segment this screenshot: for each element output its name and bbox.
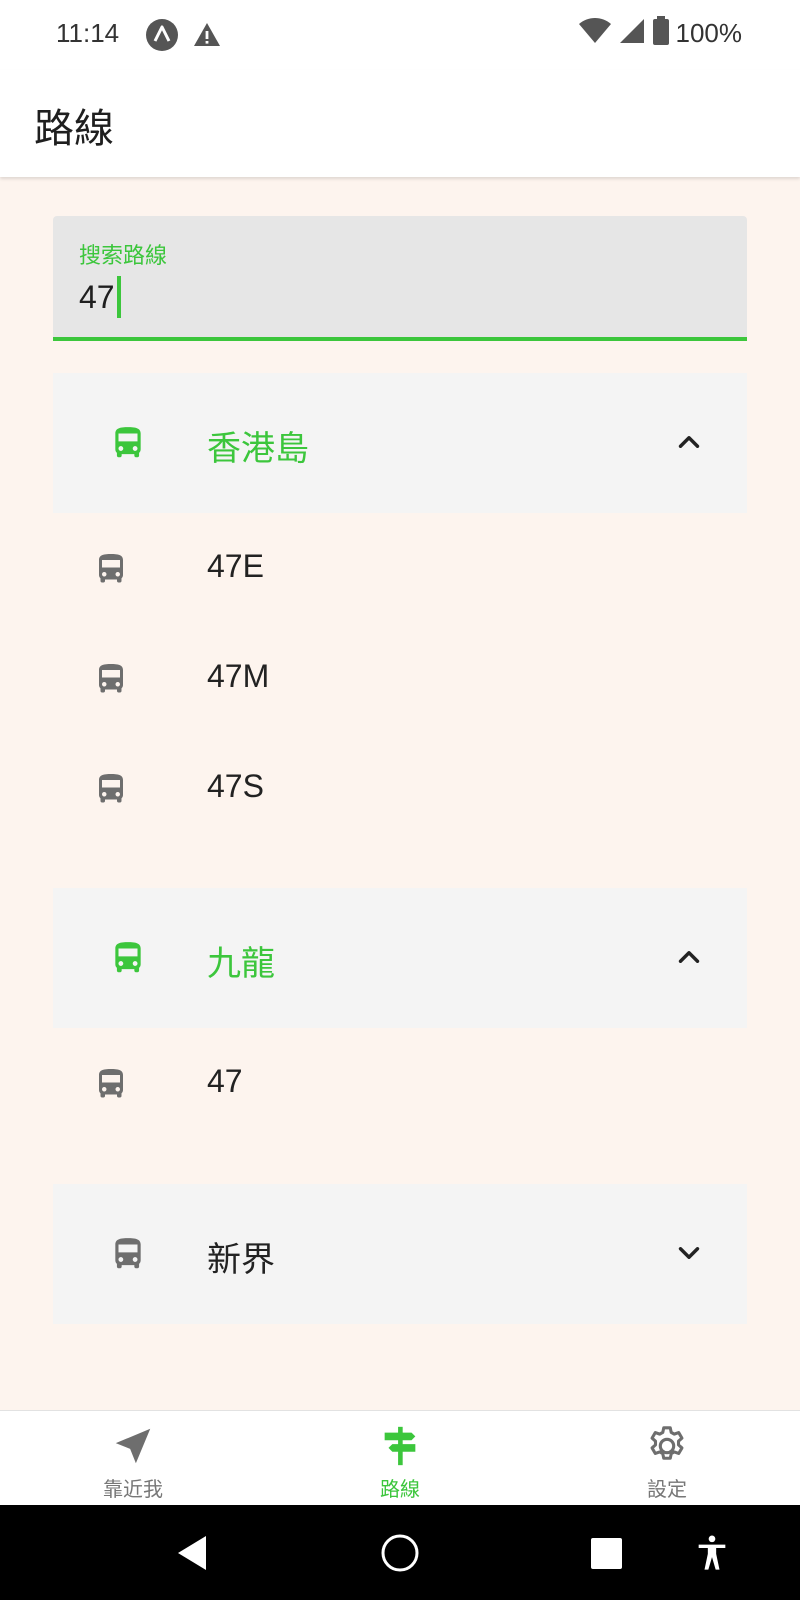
warning-icon (192, 20, 222, 50)
search-label: 搜索路線 (79, 244, 168, 269)
group-label: 香港島 (207, 429, 309, 469)
near-me-icon (115, 1428, 151, 1464)
nav-label: 路線 (380, 1477, 420, 1501)
nav-item-near-me[interactable]: 靠近我 (0, 1411, 266, 1506)
bus-icon (93, 770, 129, 808)
route-label: 47S (207, 768, 264, 804)
status-time: 11:14 (56, 18, 120, 48)
text-caret (116, 276, 121, 318)
search-input[interactable]: 47 (79, 276, 121, 318)
status-bar: 11:14 100% (0, 0, 800, 70)
nav-label: 設定 (647, 1477, 687, 1501)
chevron-up-icon[interactable] (672, 425, 706, 459)
bus-icon (109, 423, 147, 463)
recents-icon[interactable] (590, 1537, 623, 1570)
route-item[interactable]: 47M (53, 630, 747, 730)
group-header-new-territories[interactable]: 新界 (53, 1184, 747, 1324)
chevron-down-icon[interactable] (672, 1236, 706, 1270)
nav-label: 靠近我 (103, 1477, 163, 1501)
battery-percent: 100% (675, 17, 743, 48)
route-label: 47 (207, 1063, 243, 1099)
bottom-navigation: 靠近我 路線 設定 (0, 1410, 800, 1505)
accessibility-icon[interactable] (692, 1533, 732, 1573)
bus-icon (93, 1065, 129, 1103)
bus-icon (93, 550, 129, 588)
home-icon[interactable] (380, 1533, 420, 1573)
battery-icon (652, 16, 670, 50)
group-label: 九龍 (207, 944, 275, 984)
status-right-group: 100% (578, 16, 743, 50)
route-label: 47E (207, 548, 264, 584)
group-header-hong-kong-island[interactable]: 香港島 (53, 373, 747, 513)
group-label: 新界 (207, 1240, 275, 1280)
nav-item-routes[interactable]: 路線 (267, 1411, 533, 1506)
bus-icon (109, 938, 147, 978)
chevron-up-icon[interactable] (672, 940, 706, 974)
system-navigation-bar (0, 1505, 800, 1600)
route-item[interactable]: 47E (53, 520, 747, 620)
signpost-icon (384, 1426, 416, 1466)
gear-icon (650, 1426, 684, 1460)
signal-icon (618, 17, 646, 49)
app-bar: 路線 (0, 70, 800, 177)
app-notification-icon (145, 18, 179, 52)
page-title: 路線 (34, 106, 114, 152)
search-input-value: 47 (79, 278, 115, 315)
nav-item-settings[interactable]: 設定 (534, 1411, 800, 1506)
route-item[interactable]: 47 (53, 1035, 747, 1135)
group-header-kowloon[interactable]: 九龍 (53, 888, 747, 1028)
back-icon[interactable] (172, 1533, 210, 1573)
wifi-icon (578, 17, 612, 49)
route-item[interactable]: 47S (53, 740, 747, 840)
search-field[interactable]: 搜索路線 47 (53, 216, 747, 341)
bus-icon (109, 1234, 147, 1274)
route-label: 47M (207, 658, 270, 694)
bus-icon (93, 660, 129, 698)
